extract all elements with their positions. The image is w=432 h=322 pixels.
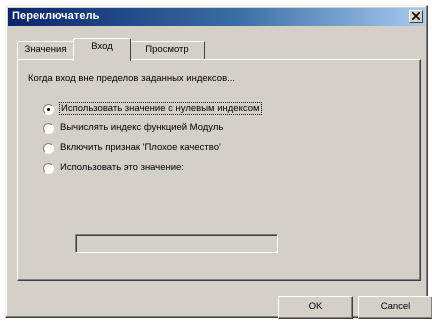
option-bad-quality-label[interactable]: Включить признак 'Плохое качество': [60, 142, 221, 153]
radio-bad-quality[interactable]: [43, 143, 54, 154]
tab-input-label: Вход: [91, 41, 113, 52]
tab-values[interactable]: Значения: [17, 41, 74, 60]
ok-button[interactable]: OK: [278, 296, 353, 319]
tab-preview[interactable]: Просмотр: [129, 41, 205, 60]
tab-input[interactable]: Вход: [73, 38, 131, 61]
option-modulo-label[interactable]: Вычислять индекс функцией Модуль: [60, 122, 223, 133]
value-input[interactable]: [75, 234, 278, 253]
close-button[interactable]: [409, 10, 423, 23]
option-use-value-label[interactable]: Использовать это значение:: [60, 162, 184, 173]
panel-heading: Когда вход вне пределов заданных индексо…: [28, 73, 236, 84]
title-bar[interactable]: Переключатель: [8, 8, 425, 26]
input-tab-panel: Когда вход вне пределов заданных индексо…: [17, 59, 421, 281]
radio-modulo[interactable]: [43, 123, 54, 134]
option-zero-index-label[interactable]: Использовать значение с нулевым индексом: [59, 102, 262, 115]
switch-dialog: Переключатель Значения Вход Просмотр Ког…: [5, 5, 432, 319]
window-title: Переключатель: [12, 10, 100, 22]
tab-preview-label: Просмотр: [145, 44, 189, 55]
radio-zero-index[interactable]: [43, 104, 54, 115]
tab-values-label: Значения: [24, 44, 67, 55]
close-icon: [412, 12, 420, 20]
cancel-button[interactable]: Cancel: [358, 296, 432, 319]
radio-use-value[interactable]: [43, 163, 54, 174]
